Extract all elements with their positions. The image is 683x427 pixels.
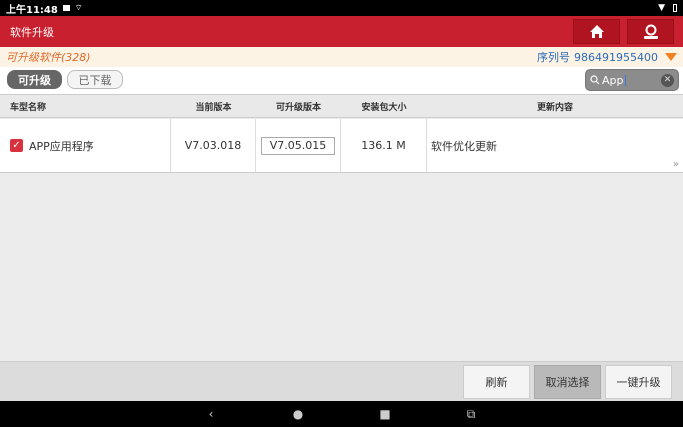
user-button[interactable]: [627, 19, 674, 44]
recents-icon[interactable]: ■: [375, 401, 395, 427]
expand-icon[interactable]: »: [673, 159, 679, 170]
cell-update-content: 软件优化更新 »: [427, 119, 683, 172]
upgradable-count: 可升级软件(328): [6, 51, 91, 64]
upgrade-all-button[interactable]: 一键升级: [605, 365, 672, 399]
signal-icon: ⌔: [74, 3, 83, 12]
clear-icon[interactable]: ✕: [661, 73, 674, 87]
serial-number: 986491955400: [574, 50, 658, 64]
filter-bar: 可升级 已下载 App ✕: [0, 67, 683, 94]
screenshot-icon[interactable]: ⧉: [461, 401, 481, 427]
user-icon: [643, 24, 658, 39]
dropdown-arrow-icon: [665, 53, 677, 61]
system-nav-bar: ‹ ● ■ ⧉: [0, 401, 683, 427]
action-bar: 刷新 取消选择 一键升级: [0, 361, 683, 401]
search-value: App: [602, 73, 624, 87]
battery-icon: [673, 4, 677, 12]
status-time: 上午11:48: [6, 4, 58, 16]
table-row[interactable]: ✓ APP应用程序 V7.03.018 V7.05.015 136.1 M 软件…: [0, 119, 683, 173]
tab-downloaded[interactable]: 已下载: [67, 70, 123, 89]
home-icon: [589, 25, 604, 38]
table-header: 车型名称 当前版本 可升级版本 安装包大小 更新内容: [0, 94, 683, 118]
search-icon: [590, 75, 600, 85]
text-cursor: [624, 74, 626, 86]
row-checkbox[interactable]: ✓: [10, 139, 23, 152]
cell-name: ✓ APP应用程序: [0, 119, 171, 172]
column-header-current: 当前版本: [195, 102, 232, 113]
version-select[interactable]: V7.05.015: [261, 136, 335, 155]
column-header-name: 车型名称: [10, 102, 47, 113]
notification-icon: [62, 5, 70, 11]
software-name: APP应用程序: [29, 139, 94, 153]
home-nav-icon[interactable]: ●: [288, 401, 308, 427]
column-header-content: 更新内容: [536, 102, 573, 113]
refresh-button[interactable]: 刷新: [463, 365, 530, 399]
tab-upgradable[interactable]: 可升级: [7, 70, 62, 89]
update-content-text: 软件优化更新: [431, 139, 497, 153]
back-icon[interactable]: ‹: [201, 401, 221, 427]
column-header-size: 安装包大小: [361, 102, 407, 113]
home-button[interactable]: [573, 19, 620, 44]
deselect-button[interactable]: 取消选择: [534, 365, 601, 399]
search-input[interactable]: App ✕: [585, 69, 679, 91]
cell-upgrade-version: V7.05.015: [256, 119, 341, 172]
wifi-icon: ▼: [658, 3, 665, 13]
serial-label: 序列号: [537, 51, 571, 64]
cell-package-size: 136.1 M: [341, 119, 427, 172]
page-title: 软件升级: [10, 25, 54, 39]
column-header-upgrade: 可升级版本: [275, 102, 321, 113]
status-bar: 上午11:48 ⌔ ▼: [0, 0, 683, 16]
serial-selector[interactable]: 序列号 986491955400: [537, 49, 677, 65]
info-bar: 可升级软件(328) 序列号 986491955400: [0, 47, 683, 67]
cell-current-version: V7.03.018: [171, 119, 256, 172]
